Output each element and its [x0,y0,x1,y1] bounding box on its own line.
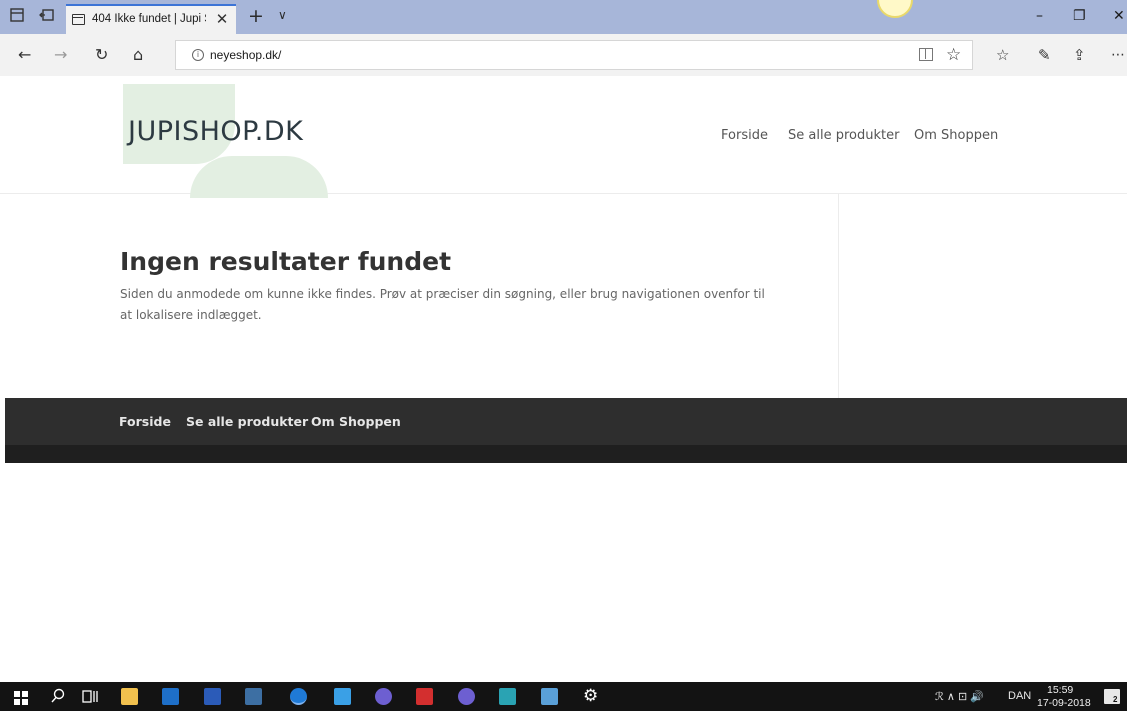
footer-nav: Forside Se alle produkter Om Shoppen [5,398,1127,445]
site-header: JUPISHOP.DK Forside Se alle produkter Om… [0,76,1127,198]
favorites-icon[interactable]: ☆ [996,45,1009,65]
task-view-icon[interactable] [82,689,98,708]
new-tab-button[interactable]: + [248,6,264,26]
file-explorer-icon[interactable] [121,688,138,705]
footer-link-om-shoppen[interactable]: Om Shoppen [311,414,401,429]
reading-view-icon[interactable] [919,48,933,61]
tray-icons[interactable]: ℛ ∧ ⊡ 🔊 [935,690,984,703]
app-icon[interactable] [245,688,262,705]
browser-tab-bar: 404 Ikke fundet | Jupi Sl ✕ + ∨ – ❐ ✕ [0,0,1127,34]
tab-title: 404 Ikke fundet | Jupi Sl [92,13,206,25]
active-tab[interactable]: 404 Ikke fundet | Jupi Sl ✕ [66,4,236,34]
browser-navbar: ← → ↻ ⌂ i neyeshop.dk/ ☆ ☆ ✎ ⇪ ⋯ [0,34,1127,76]
sidebar-divider [838,194,839,398]
word-icon[interactable] [204,688,221,705]
home-button[interactable]: ⌂ [133,45,143,65]
settings-gear-icon[interactable]: ⚙ [583,686,598,706]
pen-icon[interactable]: ✎ [1038,45,1051,65]
more-icon[interactable]: ⋯ [1111,45,1125,65]
windows-start-icon[interactable] [14,690,28,709]
notification-count: 2 [1113,695,1118,704]
tab-bar-decoration [877,0,913,18]
site-logo[interactable]: JUPISHOP.DK [128,116,303,147]
footer-bottom-bar [5,445,1127,463]
clock-date[interactable]: 17-09-2018 [1037,697,1091,709]
footer-link-se-alle-produkter[interactable]: Se alle produkter [186,414,308,429]
not-found-message: Siden du anmodede om kunne ikke findes. … [120,287,765,322]
language-indicator[interactable]: DAN [1008,690,1031,702]
back-button[interactable]: ← [18,45,31,65]
acrobat-icon[interactable] [416,688,433,705]
page-icon [72,14,85,25]
page-title: Ingen resultater fundet [120,247,452,276]
app-icon[interactable] [499,688,516,705]
search-icon[interactable] [50,688,66,708]
menu-forside[interactable]: Forside [721,128,768,143]
main-content: Ingen resultater fundet Siden du anmoded… [0,194,1127,398]
outlook-icon[interactable] [162,688,179,705]
app-icon[interactable] [458,688,475,705]
menu-se-alle-produkter[interactable]: Se alle produkter [788,128,899,143]
url-text[interactable]: neyeshop.dk/ [210,48,281,62]
clock-time[interactable]: 15:59 [1047,684,1073,696]
tab-preview-icon[interactable] [8,8,26,26]
internet-explorer-icon[interactable] [334,688,351,705]
close-icon[interactable]: ✕ [214,11,230,27]
taskbar: ⚙ ℛ ∧ ⊡ 🔊 DAN 15:59 17-09-2018 2 [0,682,1127,711]
notification-icon[interactable]: 2 [1104,689,1120,704]
info-icon[interactable]: i [192,49,204,61]
refresh-button[interactable]: ↻ [95,45,108,65]
footer-link-forside[interactable]: Forside [119,414,171,429]
address-bar[interactable]: i neyeshop.dk/ ☆ [175,40,973,70]
menu-om-shoppen[interactable]: Om Shoppen [914,128,998,143]
minimize-button[interactable]: – [1036,7,1043,25]
share-icon[interactable]: ⇪ [1073,45,1086,65]
logo-shape [190,156,328,198]
set-aside-tabs-icon[interactable] [37,8,55,26]
chevron-down-icon[interactable]: ∨ [278,8,287,22]
edge-icon[interactable] [290,688,307,705]
close-window-button[interactable]: ✕ [1113,7,1125,25]
star-icon[interactable]: ☆ [946,45,961,65]
forward-button[interactable]: → [54,45,67,65]
app-icon[interactable] [375,688,392,705]
maximize-button[interactable]: ❐ [1073,7,1086,25]
app-icon[interactable] [541,688,558,705]
